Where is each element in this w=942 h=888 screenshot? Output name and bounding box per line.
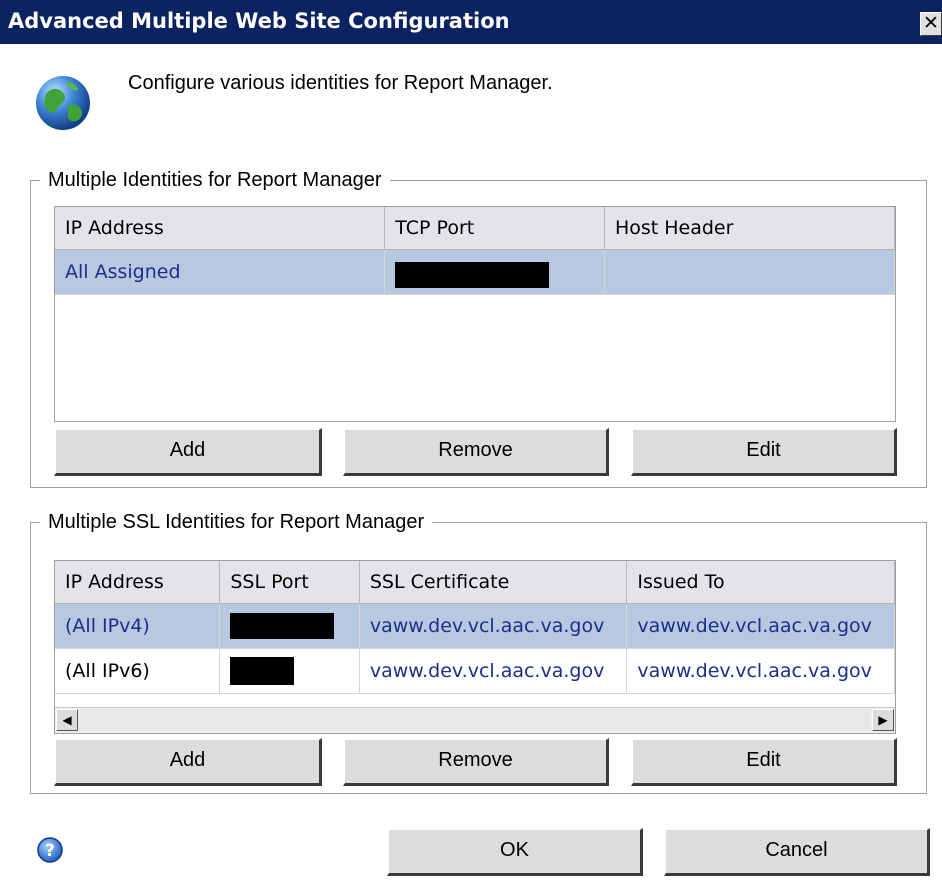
close-icon: ✕ xyxy=(923,12,939,34)
arrow-left-icon: ◀ xyxy=(62,713,72,727)
col-header-ip-address[interactable]: IP Address xyxy=(55,207,386,250)
intro-text: Configure various identities for Report … xyxy=(128,72,553,94)
table-row[interactable]: (All IPv6) vaww.dev.vcl.aac.va.gov vaww.… xyxy=(55,648,895,694)
cell-host-header xyxy=(604,249,895,295)
svg-text:?: ? xyxy=(45,841,55,861)
ssl-edit-button[interactable]: Edit xyxy=(631,738,897,786)
redaction-mark xyxy=(395,262,550,288)
ssl-add-button[interactable]: Add xyxy=(54,738,322,786)
table-row[interactable]: (All IPv4) vaww.dev.vcl.aac.va.gov vaww.… xyxy=(55,603,895,649)
ssl-identities-grid[interactable]: IP Address SSL Port SSL Certificate Issu… xyxy=(54,560,896,734)
cell-ip-address: (All IPv6) xyxy=(55,648,221,694)
ssl-remove-button[interactable]: Remove xyxy=(343,738,609,786)
cancel-button[interactable]: Cancel xyxy=(664,828,930,876)
identities-add-button[interactable]: Add xyxy=(54,428,322,476)
help-icon[interactable]: ? xyxy=(36,836,64,869)
cell-ssl-port-redacted xyxy=(219,648,360,694)
cell-issued-to: vaww.dev.vcl.aac.va.gov xyxy=(626,603,895,649)
arrow-right-icon: ▶ xyxy=(878,713,888,727)
horizontal-scrollbar[interactable]: ◀ ▶ xyxy=(55,707,895,733)
cell-ssl-certificate: vaww.dev.vcl.aac.va.gov xyxy=(359,603,628,649)
col-header-tcp-port[interactable]: TCP Port xyxy=(384,207,605,250)
cell-tcp-port-redacted xyxy=(384,249,605,295)
scroll-right-button[interactable]: ▶ xyxy=(872,709,894,731)
cell-ip-address: All Assigned xyxy=(55,249,386,295)
ok-button[interactable]: OK xyxy=(387,828,643,876)
cell-issued-to: vaww.dev.vcl.aac.va.gov xyxy=(626,648,895,694)
table-row[interactable]: All Assigned xyxy=(55,249,895,295)
identities-grid[interactable]: IP Address TCP Port Host Header All Assi… xyxy=(54,206,896,422)
title-bar: Advanced Multiple Web Site Configuration xyxy=(0,0,942,44)
col-header-ssl-port[interactable]: SSL Port xyxy=(219,561,360,604)
scrollbar-track[interactable] xyxy=(79,709,871,731)
col-header-ssl-certificate[interactable]: SSL Certificate xyxy=(359,561,628,604)
grid-header-row: IP Address SSL Port SSL Certificate Issu… xyxy=(55,561,895,604)
grid-header-row: IP Address TCP Port Host Header xyxy=(55,207,895,250)
redaction-mark xyxy=(230,657,295,685)
identities-remove-button[interactable]: Remove xyxy=(343,428,609,476)
col-header-host-header[interactable]: Host Header xyxy=(604,207,895,250)
col-header-ip-address[interactable]: IP Address xyxy=(55,561,221,604)
scroll-left-button[interactable]: ◀ xyxy=(56,709,78,731)
cell-ssl-certificate: vaww.dev.vcl.aac.va.gov xyxy=(359,648,628,694)
globe-icon xyxy=(34,74,92,137)
col-header-issued-to[interactable]: Issued To xyxy=(626,561,895,604)
redaction-mark xyxy=(230,613,335,639)
close-button[interactable]: ✕ xyxy=(920,12,942,36)
cell-ssl-port-redacted xyxy=(219,603,360,649)
cell-ip-address: (All IPv4) xyxy=(55,603,221,649)
identities-group-title: Multiple Identities for Report Manager xyxy=(40,168,390,192)
identities-edit-button[interactable]: Edit xyxy=(631,428,897,476)
window-title: Advanced Multiple Web Site Configuration xyxy=(8,9,510,33)
ssl-identities-group-title: Multiple SSL Identities for Report Manag… xyxy=(40,510,433,534)
